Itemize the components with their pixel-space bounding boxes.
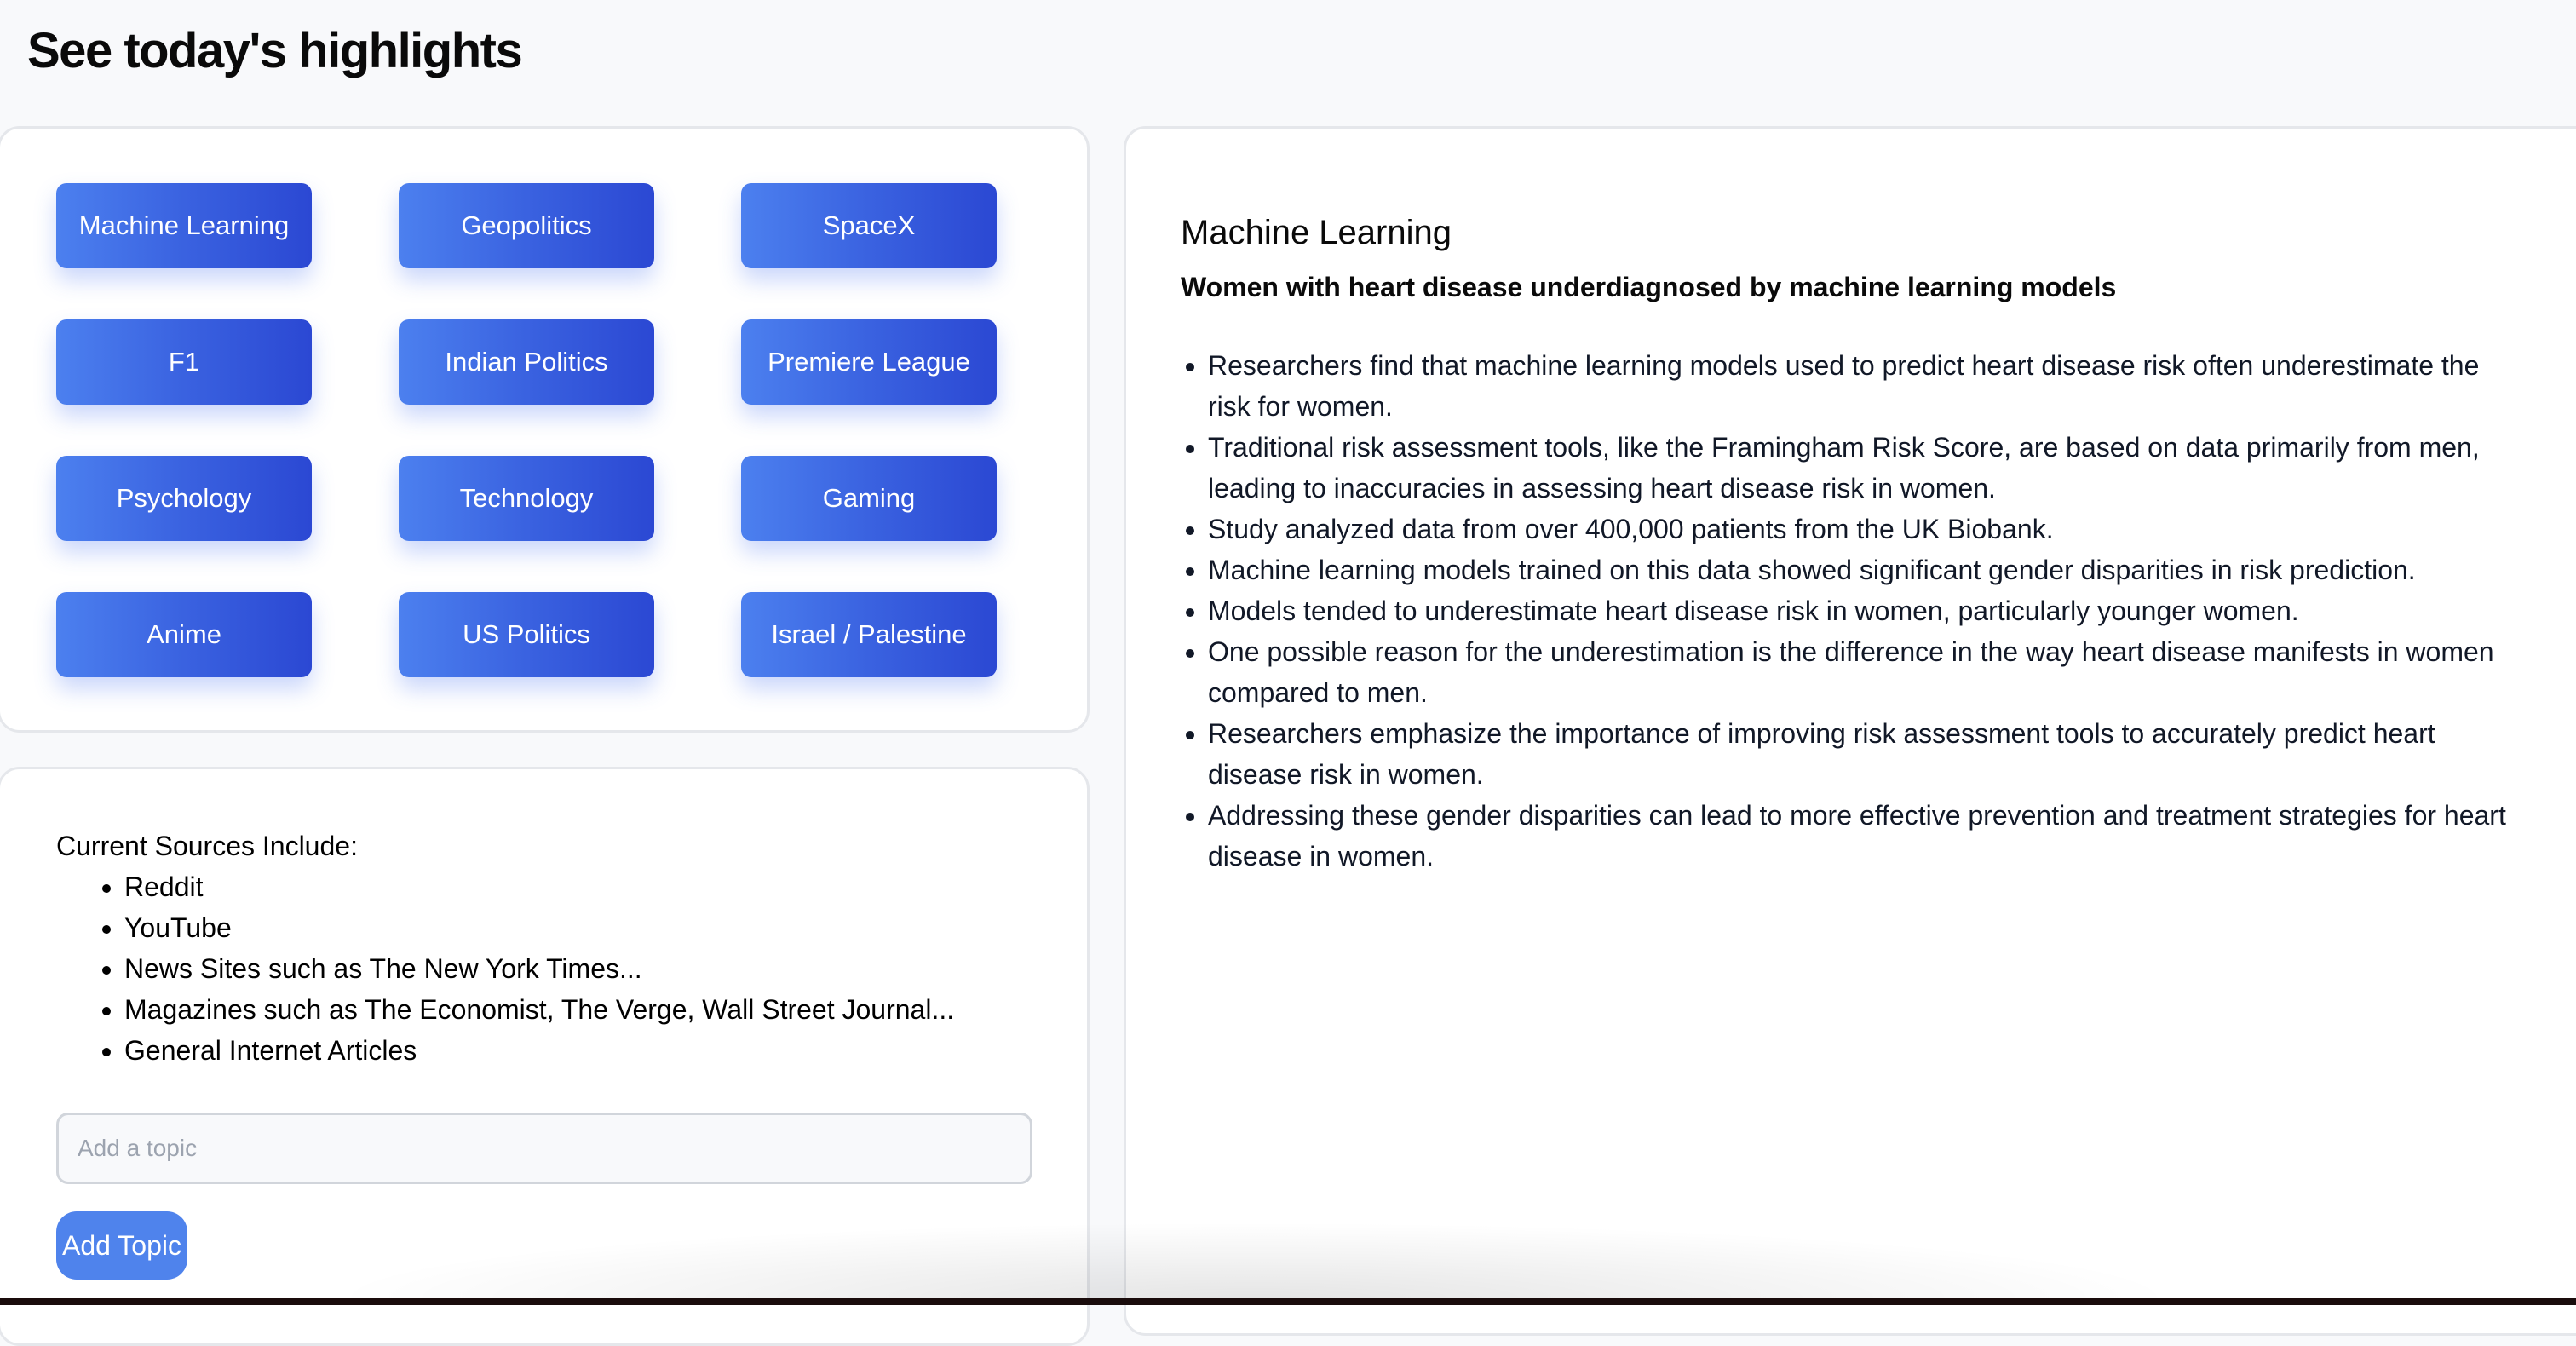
source-item: Magazines such as The Economist, The Ver… [124,989,1031,1030]
sources-card: Current Sources Include: Reddit YouTube … [0,767,1090,1346]
article-point: Addressing these gender disparities can … [1208,795,2518,877]
sources-body: Current Sources Include: Reddit YouTube … [56,825,1031,1071]
source-item: News Sites such as The New York Times... [124,948,1031,989]
topic-button[interactable]: SpaceX [741,183,997,268]
article-point: Researchers emphasize the importance of … [1208,713,2518,795]
article-points: Researchers find that machine learning m… [1181,345,2518,877]
article-point: Study analyzed data from over 400,000 pa… [1208,509,2518,549]
article-point: Researchers find that machine learning m… [1208,345,2518,427]
page-title: See today's highlights [27,23,523,78]
add-topic-input[interactable] [56,1113,1032,1184]
source-item: General Internet Articles [124,1030,1031,1071]
add-topic-button[interactable]: Add Topic [56,1211,187,1280]
topic-button[interactable]: Gaming [741,456,997,541]
article-point: Models tended to underestimate heart dis… [1208,590,2518,631]
topics-card: Machine Learning Geopolitics SpaceX F1 I… [0,126,1090,733]
source-item: YouTube [124,907,1031,948]
sources-heading: Current Sources Include: [56,831,358,861]
topics-grid: Machine Learning Geopolitics SpaceX F1 I… [56,183,997,677]
topic-button[interactable]: Psychology [56,456,312,541]
topic-button[interactable]: Premiere League [741,319,997,405]
article-point: Traditional risk assessment tools, like … [1208,427,2518,509]
article-body: Machine Learning Women with heart diseas… [1181,209,2518,877]
topic-button[interactable]: Anime [56,592,312,677]
topic-button[interactable]: Machine Learning [56,183,312,268]
topic-button[interactable]: Israel / Palestine [741,592,997,677]
topic-button[interactable]: Technology [399,456,654,541]
topic-button[interactable]: Geopolitics [399,183,654,268]
article-card: Machine Learning Women with heart diseas… [1124,126,2576,1336]
article-point: One possible reason for the underestimat… [1208,631,2518,713]
screen-bottom-edge [0,1298,2576,1305]
topic-button[interactable]: Indian Politics [399,319,654,405]
topic-button[interactable]: US Politics [399,592,654,677]
sources-list: Reddit YouTube News Sites such as The Ne… [56,866,1031,1071]
topic-button[interactable]: F1 [56,319,312,405]
source-item: Reddit [124,866,1031,907]
article-point: Machine learning models trained on this … [1208,549,2518,590]
article-headline: Women with heart disease underdiagnosed … [1181,272,2117,302]
article-topic: Machine Learning [1181,214,1452,251]
